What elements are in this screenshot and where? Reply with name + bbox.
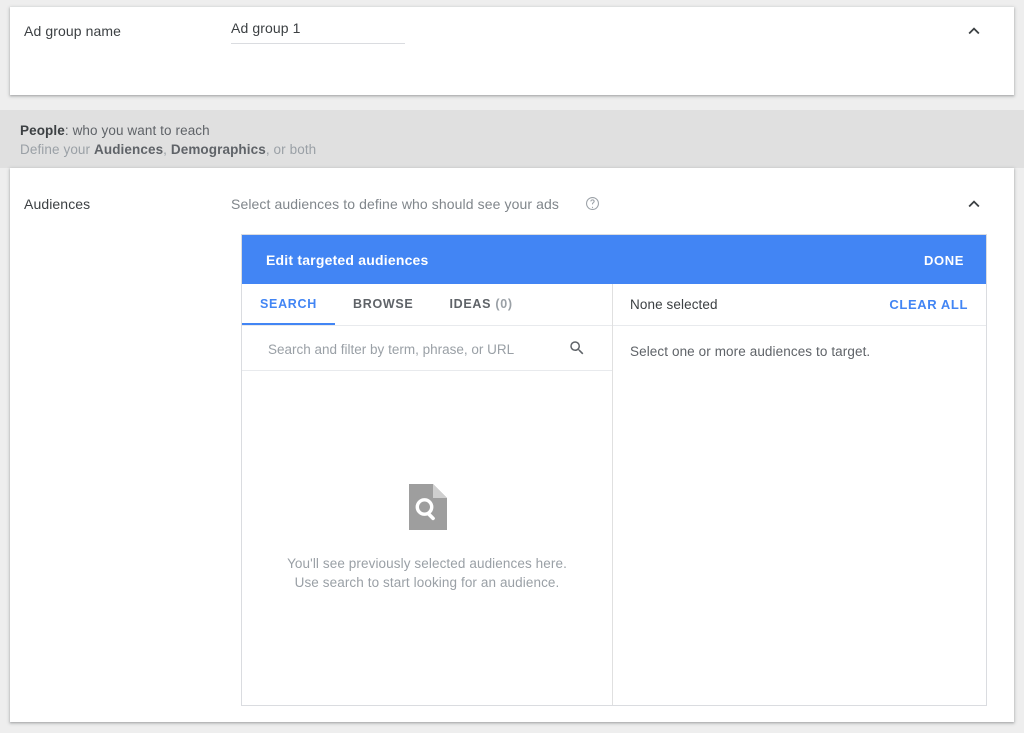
tab-ideas-label: IDEAS bbox=[449, 297, 492, 311]
chevron-up-icon[interactable] bbox=[963, 20, 985, 42]
tab-search-label: SEARCH bbox=[260, 297, 317, 311]
tab-browse-label: BROWSE bbox=[352, 297, 414, 311]
search-icon[interactable] bbox=[568, 339, 586, 357]
people-section-subtitle: Define your Audiences, Demographics, or … bbox=[20, 142, 316, 157]
audience-empty-state: You'll see previously selected audiences… bbox=[242, 370, 612, 705]
people-section-title: People: who you want to reach bbox=[20, 123, 210, 138]
people-section-band bbox=[0, 110, 1024, 168]
audiences-label: Audiences bbox=[24, 196, 91, 212]
edit-targeted-audiences-panel: Edit targeted audiences DONE SEARCH BROW… bbox=[241, 234, 987, 706]
ad-group-name-input[interactable] bbox=[231, 16, 405, 44]
audiences-description: Select audiences to define who should se… bbox=[231, 196, 559, 212]
empty-state-line-2: Use search to start looking for an audie… bbox=[294, 574, 560, 590]
tab-browse[interactable]: BROWSE bbox=[335, 284, 431, 325]
people-subtitle-prefix: Define your bbox=[20, 142, 94, 157]
clear-all-button[interactable]: CLEAR ALL bbox=[887, 295, 970, 314]
editor-header-bar: Edit targeted audiences DONE bbox=[242, 235, 986, 284]
document-search-icon bbox=[407, 483, 447, 533]
people-subtitle-mid: , bbox=[163, 142, 171, 157]
people-title-rest: : who you want to reach bbox=[64, 123, 210, 138]
chevron-up-icon[interactable] bbox=[963, 193, 985, 215]
people-subtitle-demographics: Demographics bbox=[170, 142, 266, 157]
selection-status-label: None selected bbox=[630, 297, 718, 312]
people-strong-label: People bbox=[20, 123, 65, 138]
editor-body: SEARCH BROWSE IDEAS (0) Search and filte… bbox=[242, 284, 986, 705]
tab-search[interactable]: SEARCH bbox=[242, 284, 335, 325]
editor-left-pane: SEARCH BROWSE IDEAS (0) Search and filte… bbox=[242, 284, 613, 705]
selection-hint-text: Select one or more audiences to target. bbox=[630, 344, 871, 359]
empty-state-line-1: You'll see previously selected audiences… bbox=[287, 555, 567, 571]
people-subtitle-audiences: Audiences bbox=[94, 142, 164, 157]
done-button[interactable]: DONE bbox=[918, 251, 970, 270]
help-circle-icon[interactable] bbox=[585, 196, 600, 211]
audience-search-input[interactable] bbox=[266, 326, 558, 372]
ad-group-name-field-wrapper bbox=[231, 16, 405, 44]
editor-tabs: SEARCH BROWSE IDEAS (0) bbox=[242, 284, 612, 326]
selection-summary-row: None selected CLEAR ALL bbox=[613, 284, 986, 326]
editor-right-pane: None selected CLEAR ALL Select one or mo… bbox=[613, 284, 986, 705]
editor-title: Edit targeted audiences bbox=[266, 252, 429, 268]
people-subtitle-suffix: , or both bbox=[265, 142, 317, 157]
tab-ideas[interactable]: IDEAS (0) bbox=[431, 284, 530, 325]
audience-search-row bbox=[242, 326, 612, 372]
tab-ideas-count: (0) bbox=[495, 297, 513, 311]
ad-group-name-card bbox=[10, 7, 1014, 95]
ad-group-name-label: Ad group name bbox=[24, 23, 122, 39]
